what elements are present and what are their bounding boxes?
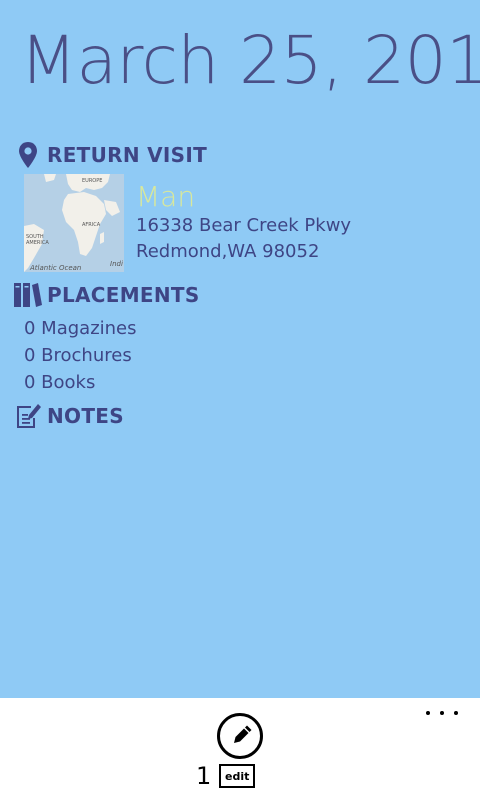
edit-button[interactable]	[216, 712, 264, 760]
map-label-america: AMERICA	[26, 240, 49, 246]
page-title: March 25, 2013	[20, 22, 480, 99]
edit-label-box: edit	[219, 764, 256, 788]
pencil-icon	[217, 713, 263, 759]
return-visit-address-line2: Redmond,WA 98052	[136, 241, 320, 262]
map-label-africa: AFRICA	[82, 222, 101, 228]
more-dots-icon[interactable]	[424, 704, 460, 722]
map-label-ocean: Atlantic Ocean	[29, 264, 81, 272]
return-visit-name[interactable]: Man	[136, 180, 195, 213]
return-visit-label: RETURN VISIT	[47, 143, 208, 167]
return-visit-address-line1: 16338 Bear Creek Pkwy	[136, 215, 352, 236]
placement-magazines: 0 Magazines	[24, 318, 137, 339]
map-pin-icon	[12, 140, 44, 170]
map-label-indian: Indi	[110, 260, 123, 268]
count-badge: 1	[196, 762, 212, 790]
edit-label: edit	[225, 769, 250, 783]
notes-label: NOTES	[47, 404, 124, 428]
books-icon	[12, 280, 44, 310]
placement-brochures: 0 Brochures	[24, 345, 132, 366]
placement-books: 0 Books	[24, 372, 96, 393]
map-label-europe: EUROPE	[82, 178, 102, 184]
notes-edit-icon	[12, 401, 44, 431]
notes-header: NOTES	[12, 400, 124, 432]
return-visit-map[interactable]: EUROPE AFRICA SOUTH AMERICA Atlantic Oce…	[24, 174, 124, 272]
return-visit-header: RETURN VISIT	[12, 139, 207, 171]
app-bar: 1 edit	[0, 698, 480, 800]
placements-header: PLACEMENTS	[12, 279, 200, 311]
main-panel: March 25, 2013 RETURN VISIT EUROPE AFRIC…	[0, 0, 480, 698]
placements-label: PLACEMENTS	[47, 283, 200, 307]
